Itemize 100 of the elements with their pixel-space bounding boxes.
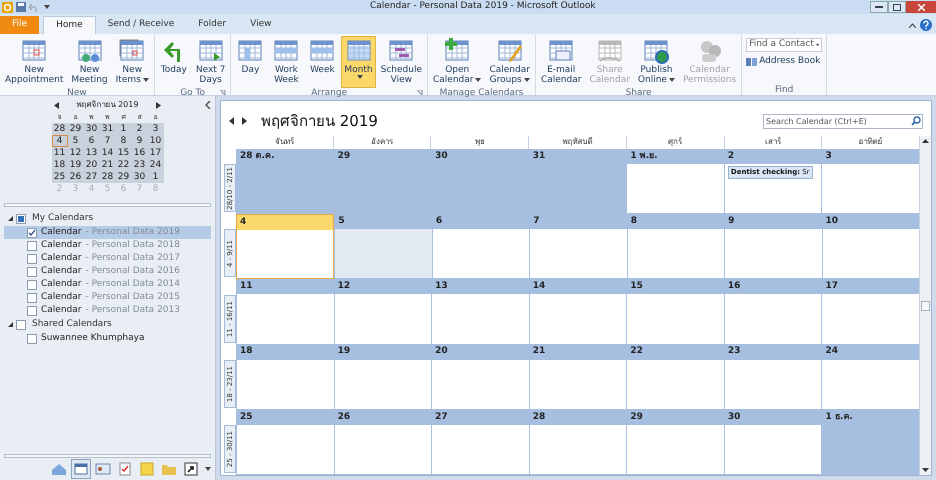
day-cell[interactable]: 31 xyxy=(528,149,626,214)
find-contact-field[interactable]: Find a Contact xyxy=(746,38,822,52)
date-cell[interactable]: 17 xyxy=(148,147,164,159)
scrollbar[interactable] xyxy=(919,136,931,475)
date-cell[interactable]: 26 xyxy=(68,171,84,183)
ribbon-button[interactable]: Work Week xyxy=(269,36,304,88)
day-cell[interactable]: 29 xyxy=(626,410,724,476)
date-cell[interactable]: 30 xyxy=(84,123,100,135)
checkbox[interactable] xyxy=(27,292,37,302)
checkbox[interactable] xyxy=(27,334,37,344)
calendar-list-item[interactable]: Suwannee Khumphaya xyxy=(4,332,211,345)
checkbox[interactable] xyxy=(27,306,37,316)
save-icon[interactable] xyxy=(16,2,26,12)
date-cell[interactable]: 28 xyxy=(52,123,68,135)
day-cell[interactable]: 24 xyxy=(821,344,920,410)
ribbon-tab[interactable]: Send / Receive xyxy=(96,16,186,34)
checkbox[interactable] xyxy=(27,280,37,290)
date-cell[interactable]: 1 xyxy=(148,171,164,183)
day-cell[interactable]: 13 xyxy=(431,279,529,345)
date-cell[interactable]: 16 xyxy=(132,147,148,159)
date-cell[interactable]: 15 xyxy=(116,147,132,159)
next-icon[interactable] xyxy=(242,117,247,125)
date-cell[interactable]: 6 xyxy=(84,135,100,147)
ribbon-button[interactable]: E-mail Calendar xyxy=(538,36,584,88)
ribbon-tab[interactable]: Folder xyxy=(186,16,238,34)
search-icon[interactable] xyxy=(911,116,921,126)
checkbox[interactable] xyxy=(27,254,37,264)
date-cell[interactable]: 25 xyxy=(52,171,68,183)
ribbon-button[interactable]: Week xyxy=(305,36,340,88)
date-cell[interactable]: 3 xyxy=(148,123,164,135)
date-cell[interactable]: 9 xyxy=(132,135,148,147)
date-cell[interactable]: 24 xyxy=(148,159,164,171)
day-cell[interactable]: 18 xyxy=(236,344,334,410)
ribbon-button[interactable]: Next 7 Days xyxy=(192,36,228,88)
day-cell[interactable]: 27 xyxy=(431,410,529,476)
date-cell[interactable]: 11 xyxy=(52,147,68,159)
date-cell[interactable]: 12 xyxy=(68,147,84,159)
previous-icon[interactable] xyxy=(229,117,234,125)
date-cell[interactable]: 14 xyxy=(100,147,116,159)
date-cell[interactable]: 7 xyxy=(100,135,116,147)
date-cell[interactable]: 31 xyxy=(100,123,116,135)
day-cell[interactable]: 30 xyxy=(431,149,529,214)
calendar-list-item[interactable]: Calendar - Personal Data 2019 xyxy=(4,226,211,239)
ribbon-button[interactable]: New Appointment xyxy=(2,36,66,88)
calendar-list-item[interactable]: Calendar - Personal Data 2017 xyxy=(4,252,211,265)
calendar-list-item[interactable]: Calendar - Personal Data 2016 xyxy=(4,265,211,278)
checkbox[interactable] xyxy=(27,240,37,250)
ribbon-button[interactable]: New Meeting xyxy=(68,36,111,88)
ribbon-button[interactable]: Day xyxy=(233,36,268,88)
ribbon-tab[interactable]: Home xyxy=(43,16,96,34)
day-cell[interactable]: 5 xyxy=(334,214,432,280)
previous-icon[interactable] xyxy=(54,102,59,108)
day-cell[interactable]: 1 พ.ย. xyxy=(626,149,724,214)
day-cell[interactable]: 25 xyxy=(236,410,334,476)
checkbox[interactable] xyxy=(16,320,26,330)
day-cell[interactable]: 22 xyxy=(626,344,724,410)
ribbon-button[interactable]: Schedule View xyxy=(378,36,425,88)
date-cell[interactable]: 2 xyxy=(132,123,148,135)
date-cell[interactable]: 30 xyxy=(132,171,148,183)
date-cell[interactable]: 13 xyxy=(84,147,100,159)
checkbox[interactable] xyxy=(27,266,37,276)
close-button[interactable] xyxy=(906,1,936,13)
day-cell[interactable]: 14 xyxy=(528,279,626,345)
date-cell[interactable]: 10 xyxy=(148,135,164,147)
date-cell[interactable]: 28 xyxy=(100,171,116,183)
day-cell[interactable]: 7 xyxy=(529,214,627,280)
collapse-icon[interactable] xyxy=(205,101,211,109)
ribbon-button[interactable]: Publish Online xyxy=(634,36,678,88)
ribbon-button[interactable]: New Items xyxy=(112,36,152,88)
day-cell[interactable]: 26 xyxy=(334,410,432,476)
day-cell[interactable]: 28 xyxy=(528,410,626,476)
calendar-list-item[interactable]: Calendar - Personal Data 2015 xyxy=(4,291,211,304)
dialog-launcher-icon[interactable] xyxy=(220,90,226,96)
day-cell[interactable]: 28 ต.ค. xyxy=(236,149,334,214)
calendar-list-item[interactable]: Calendar - Personal Data 2013 xyxy=(4,304,211,317)
scroll-thumb[interactable] xyxy=(921,300,930,310)
date-cell[interactable]: 19 xyxy=(68,159,84,171)
date-cell[interactable]: 5 xyxy=(68,135,84,147)
day-cell[interactable]: 8 xyxy=(626,214,724,280)
day-cell[interactable]: 6 xyxy=(432,214,530,280)
day-cell[interactable]: 4 xyxy=(236,214,334,280)
day-cell[interactable]: 12 xyxy=(334,279,432,345)
date-cell[interactable]: 1 xyxy=(116,123,132,135)
calendar-list-item[interactable]: Calendar - Personal Data 2018 xyxy=(4,239,211,252)
minimize-ribbon-icon[interactable] xyxy=(909,22,916,28)
day-cell[interactable]: 15 xyxy=(626,279,724,345)
date-cell[interactable]: 8 xyxy=(116,135,132,147)
ribbon-tab[interactable]: View xyxy=(238,16,284,34)
search-field[interactable]: Search Calendar (Ctrl+E) xyxy=(763,114,923,128)
day-cell[interactable]: 19 xyxy=(334,344,432,410)
day-cell[interactable]: 23 xyxy=(724,344,822,410)
date-cell[interactable]: 4 xyxy=(52,135,68,147)
day-cell[interactable]: 9 xyxy=(724,214,822,280)
expanded-icon[interactable] xyxy=(8,322,13,327)
address-book-button[interactable]: Address Book xyxy=(746,55,822,68)
date-cell[interactable]: 18 xyxy=(52,159,68,171)
day-cell[interactable]: 30 xyxy=(724,410,822,476)
ribbon-button[interactable]: Calendar Groups xyxy=(486,36,533,88)
minimize-button[interactable] xyxy=(870,1,888,13)
day-cell[interactable]: 17 xyxy=(821,279,920,345)
